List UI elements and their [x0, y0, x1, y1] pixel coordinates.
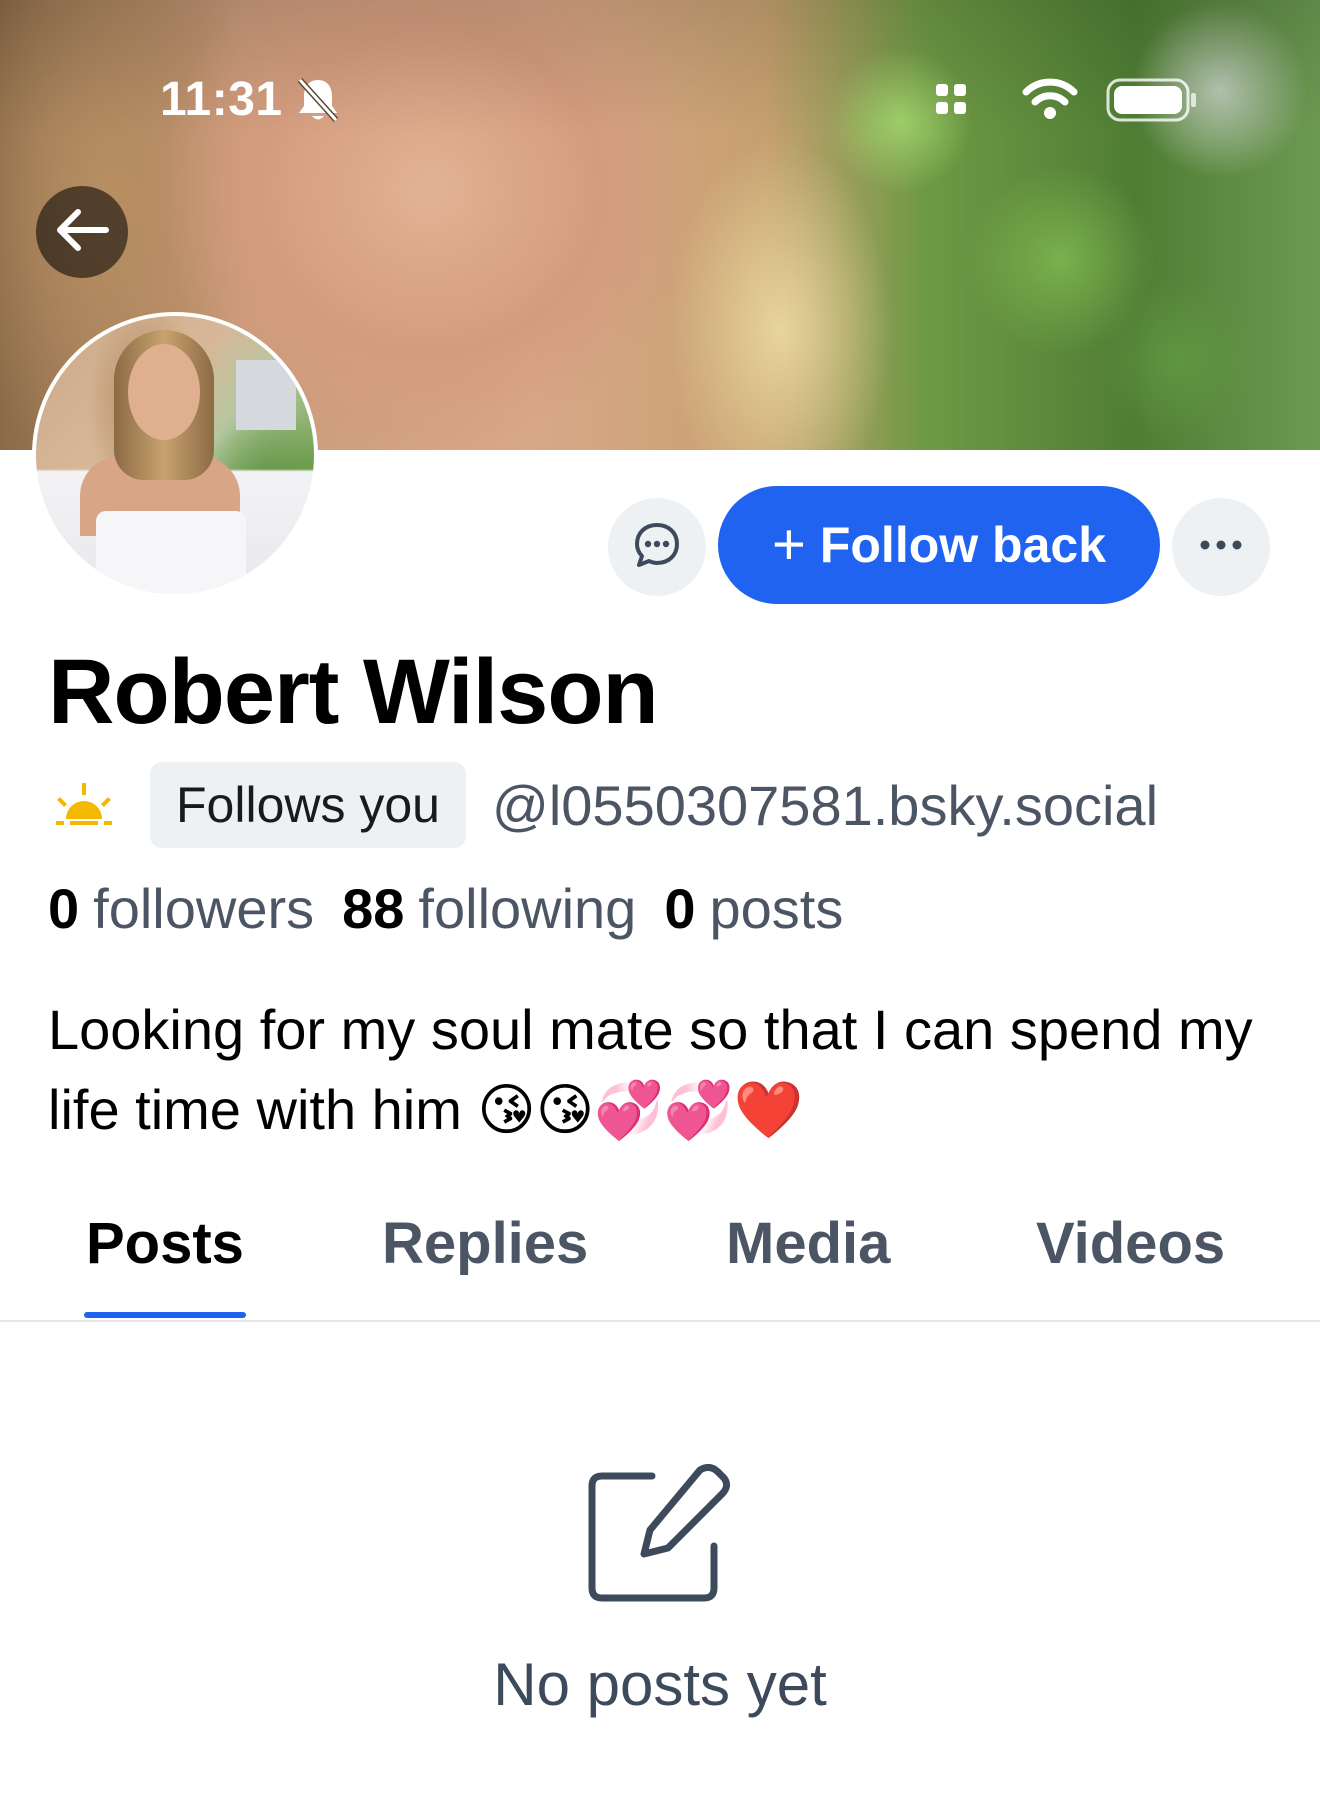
profile-stats: 0 followers 88 following 0 posts: [48, 876, 871, 941]
tab-posts[interactable]: Posts: [86, 1210, 244, 1277]
back-button[interactable]: [36, 186, 128, 278]
avatar-top: [96, 511, 246, 594]
follow-back-button[interactable]: + Follow back: [718, 486, 1160, 604]
ellipsis-icon: [1199, 538, 1243, 556]
tab-replies[interactable]: Replies: [382, 1210, 588, 1277]
more-options-button[interactable]: [1172, 498, 1270, 596]
message-button[interactable]: [608, 498, 706, 596]
empty-state-text: No posts yet: [493, 1651, 827, 1718]
sunrise-icon: [48, 775, 120, 835]
profile-bio: Looking for my soul mate so that I can s…: [48, 998, 1253, 1141]
followers-label[interactable]: followers: [93, 876, 314, 941]
follows-you-badge: Follows you: [150, 762, 466, 848]
profile-name: Robert Wilson: [48, 641, 659, 743]
following-label[interactable]: following: [418, 876, 636, 941]
tab-media[interactable]: Media: [726, 1210, 890, 1277]
followers-count[interactable]: 0: [48, 876, 79, 941]
wifi-icon: [1022, 76, 1078, 125]
posts-count: 0: [664, 877, 696, 940]
compose-icon: [582, 1460, 732, 1615]
avatar-bg-house: [236, 360, 296, 430]
following-count[interactable]: 88: [342, 876, 404, 941]
follow-back-label: Follow back: [819, 517, 1107, 573]
active-tab-indicator: [84, 1312, 246, 1318]
status-time: 11:31: [160, 73, 283, 126]
profile-meta: Follows you @l0550307581.bsky.social: [48, 760, 1158, 850]
chat-bubble-icon: [632, 520, 682, 575]
profile-handle[interactable]: @l0550307581.bsky.social: [492, 773, 1158, 838]
avatar[interactable]: [32, 312, 318, 598]
tab-videos[interactable]: Videos: [1036, 1210, 1225, 1277]
avatar-face: [128, 344, 200, 440]
arrow-left-icon: [54, 208, 110, 257]
bell-slash-icon: [296, 76, 340, 129]
status-bar: 11:31: [0, 0, 1320, 200]
plus-icon: +: [771, 512, 806, 577]
profile-tabs: Posts Replies Media Videos: [0, 1200, 1320, 1322]
signal-icon: [936, 84, 970, 123]
battery-icon: [1106, 78, 1198, 127]
posts-label: posts: [709, 877, 844, 940]
